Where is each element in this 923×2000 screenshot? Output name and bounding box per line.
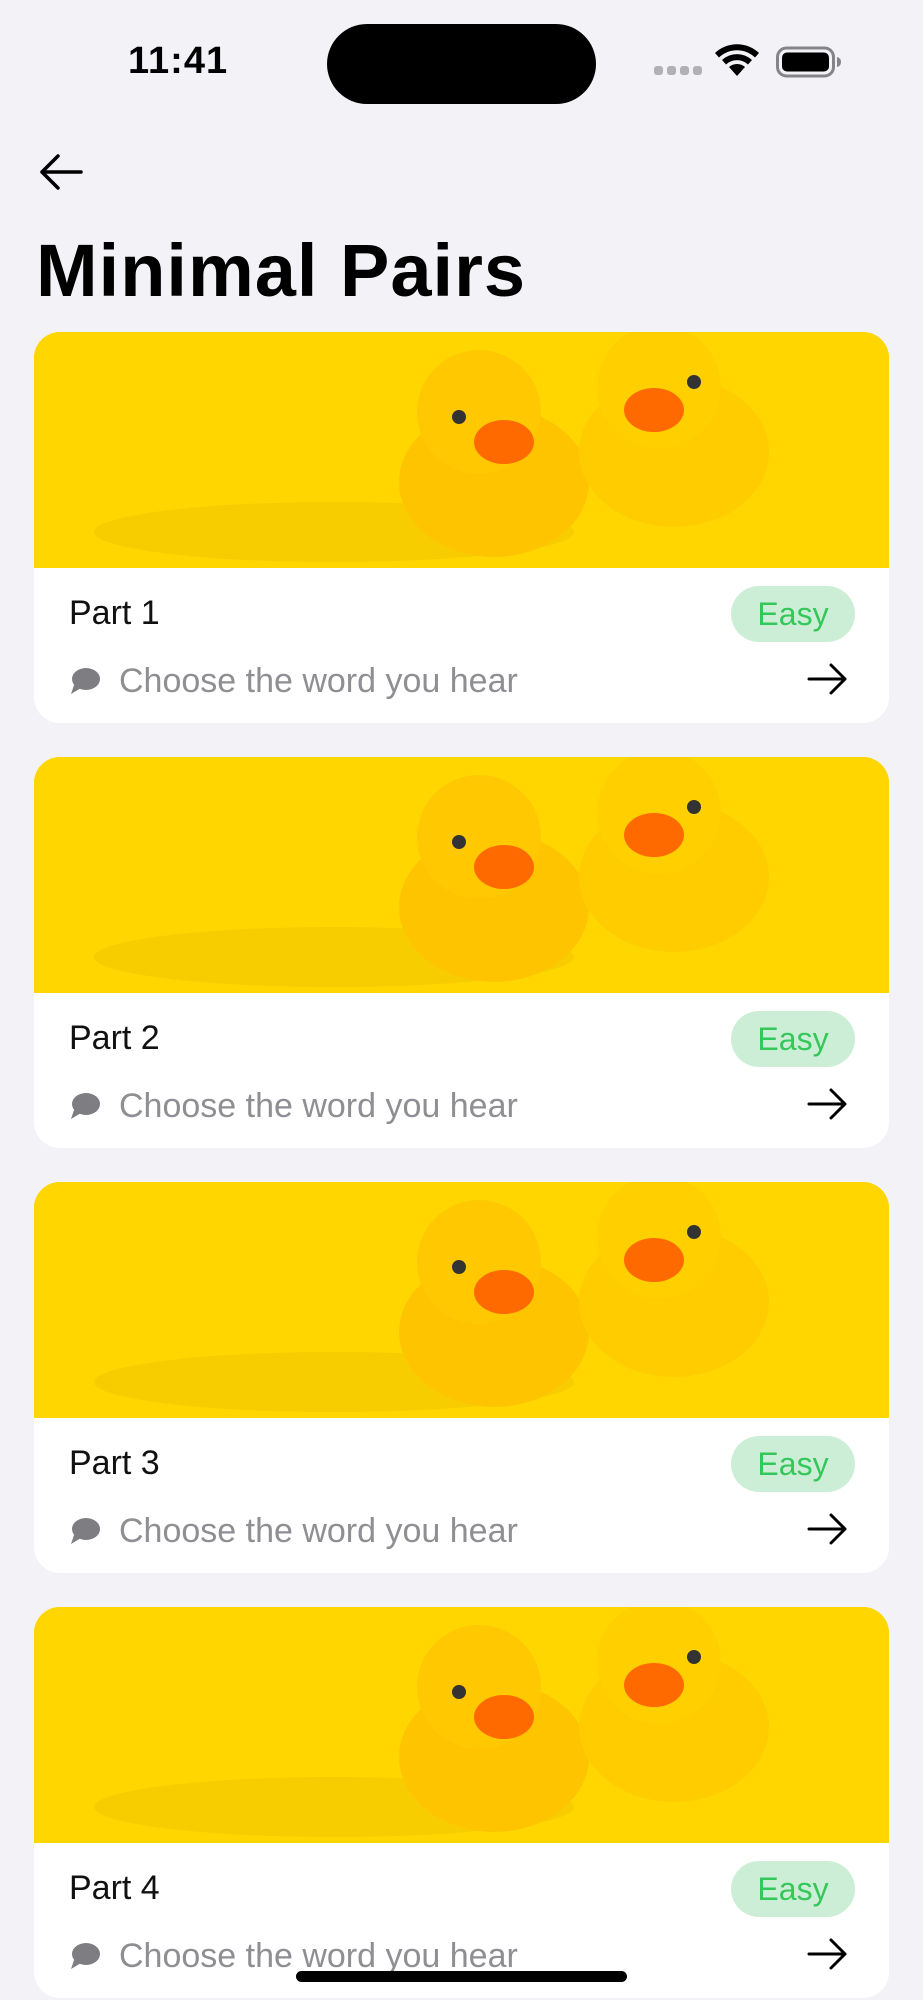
status-time: 11:41 [128, 40, 229, 82]
lesson-card-part-1[interactable]: Part 1 Easy Choose the word you hear [34, 332, 889, 723]
card-subtitle: Choose the word you hear [119, 1511, 518, 1550]
difficulty-badge: Easy [731, 586, 855, 642]
back-button[interactable] [34, 147, 88, 197]
cellular-signal-icon [654, 66, 704, 76]
open-part-button[interactable] [803, 654, 853, 704]
page-title: Minimal Pairs [36, 229, 527, 312]
card-subtitle-row: Choose the word you hear [69, 658, 518, 704]
open-part-button[interactable] [803, 1929, 853, 1979]
arrow-right-icon [807, 663, 847, 695]
rubber-ducks-image [34, 757, 889, 993]
arrow-right-icon [807, 1088, 847, 1120]
card-subtitle-row: Choose the word you hear [69, 1508, 518, 1554]
lesson-card-part-3[interactable]: Part 3 Easy Choose the word you hear [34, 1182, 889, 1573]
lesson-card-part-2[interactable]: Part 2 Easy Choose the word you hear [34, 757, 889, 1148]
arrow-right-icon [807, 1513, 847, 1545]
wifi-icon [715, 44, 759, 76]
difficulty-badge: Easy [731, 1011, 855, 1067]
rubber-ducks-image [34, 332, 889, 568]
lesson-card-part-4[interactable]: Part 4 Easy Choose the word you hear [34, 1607, 889, 1998]
open-part-button[interactable] [803, 1504, 853, 1554]
difficulty-badge: Easy [731, 1436, 855, 1492]
arrow-left-icon [40, 154, 83, 190]
card-subtitle: Choose the word you hear [119, 1086, 518, 1125]
card-subtitle-row: Choose the word you hear [69, 1083, 518, 1129]
difficulty-badge: Easy [731, 1861, 855, 1917]
card-title: Part 2 [69, 1019, 160, 1057]
battery-icon [776, 46, 841, 78]
speech-bubble-icon [71, 1518, 100, 1544]
rubber-ducks-image [34, 1607, 889, 1843]
home-indicator [296, 1971, 627, 1982]
speech-bubble-icon [71, 1093, 100, 1119]
arrow-right-icon [807, 1938, 847, 1970]
speech-bubble-icon [71, 1943, 100, 1969]
status-bar: 11:41 [0, 0, 923, 110]
card-title: Part 4 [69, 1869, 160, 1907]
open-part-button[interactable] [803, 1079, 853, 1129]
card-title: Part 1 [69, 594, 160, 632]
card-subtitle: Choose the word you hear [119, 1936, 518, 1975]
rubber-ducks-image [34, 1182, 889, 1418]
speech-bubble-icon [71, 668, 100, 694]
card-title: Part 3 [69, 1444, 160, 1482]
card-subtitle: Choose the word you hear [119, 661, 518, 700]
screen: 11:41 Minimal Pairs Part 1 Easy Choose t… [0, 0, 923, 2000]
dynamic-island [327, 24, 596, 104]
